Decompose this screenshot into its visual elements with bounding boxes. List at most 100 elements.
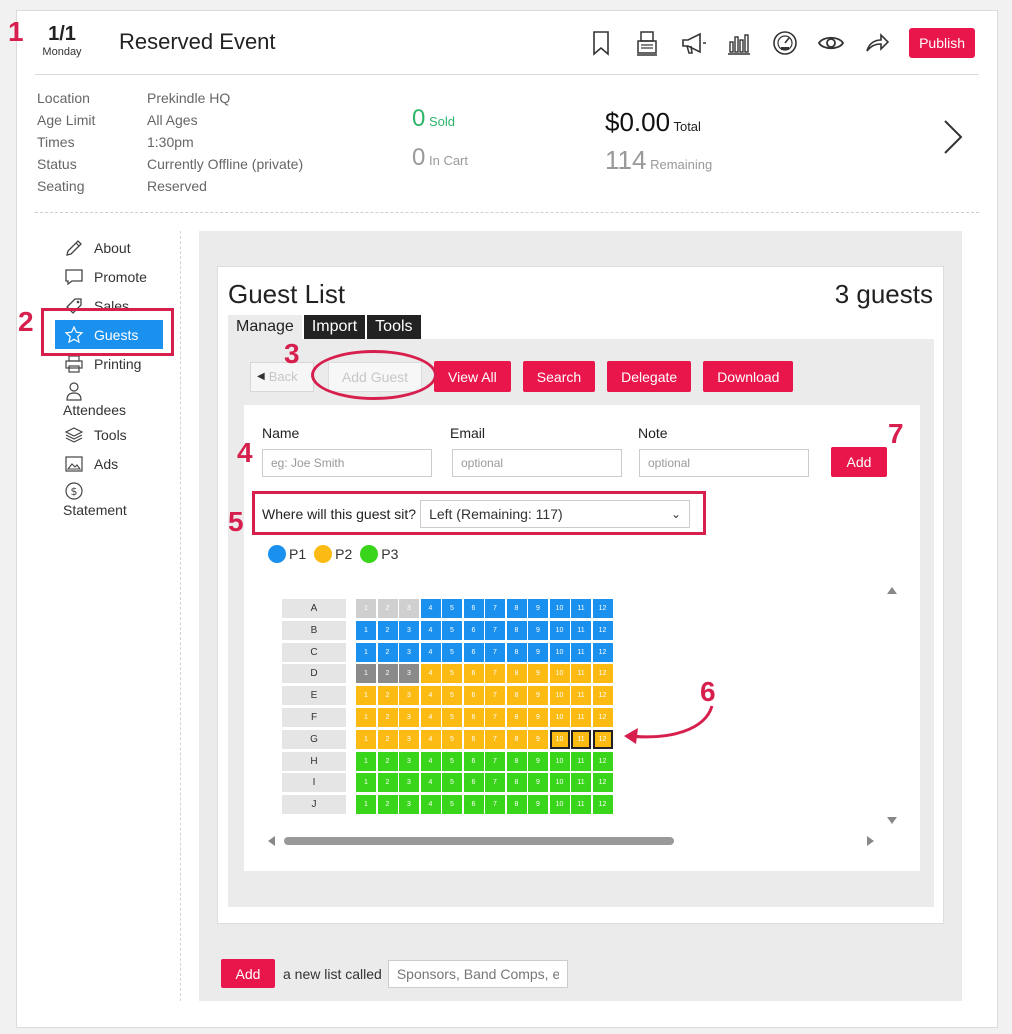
seat[interactable]: 5 bbox=[442, 664, 462, 684]
seat[interactable]: 6 bbox=[463, 795, 484, 815]
seat[interactable]: 7 bbox=[485, 686, 505, 706]
seat[interactable]: 2 bbox=[377, 773, 398, 793]
seat[interactable]: 1 bbox=[356, 664, 376, 684]
seat[interactable]: 7 bbox=[485, 795, 505, 815]
seat[interactable]: 4 bbox=[420, 773, 441, 793]
tab-tools[interactable]: Tools bbox=[367, 315, 421, 339]
seat[interactable]: 1 bbox=[356, 642, 376, 662]
seat[interactable]: 8 bbox=[506, 599, 527, 618]
seat[interactable]: 2 bbox=[377, 795, 398, 815]
seat[interactable]: 2 bbox=[377, 620, 398, 640]
scroll-down-arrow[interactable] bbox=[887, 817, 897, 824]
seat[interactable]: 10 bbox=[549, 599, 570, 618]
seat[interactable]: 3 bbox=[399, 599, 419, 618]
seat[interactable]: 8 bbox=[506, 795, 527, 815]
tab-import[interactable]: Import bbox=[303, 315, 366, 339]
seat[interactable]: 3 bbox=[399, 751, 419, 771]
seat[interactable]: 6 bbox=[463, 599, 484, 618]
seat[interactable]: 2 bbox=[377, 708, 398, 727]
seat[interactable]: 2 bbox=[377, 642, 398, 662]
seat[interactable]: 12 bbox=[592, 795, 613, 815]
seat[interactable]: 4 bbox=[420, 664, 441, 684]
seat[interactable]: 6 bbox=[463, 751, 484, 771]
seat[interactable]: 11 bbox=[571, 620, 591, 640]
seat[interactable]: 11 bbox=[571, 729, 591, 749]
seat[interactable]: 11 bbox=[571, 686, 591, 706]
seat[interactable]: 10 bbox=[549, 729, 570, 749]
seat[interactable]: 6 bbox=[463, 708, 484, 727]
seat[interactable]: 6 bbox=[463, 686, 484, 706]
add-guest-submit-button[interactable]: Add bbox=[831, 447, 887, 477]
seat[interactable]: 5 bbox=[442, 729, 462, 749]
new-list-name-input[interactable] bbox=[387, 959, 568, 988]
seat[interactable]: 3 bbox=[399, 708, 419, 727]
seat[interactable]: 6 bbox=[463, 773, 484, 793]
seat[interactable]: 10 bbox=[549, 708, 570, 727]
seat[interactable]: 12 bbox=[592, 642, 613, 662]
seat[interactable]: 9 bbox=[528, 708, 548, 727]
seat[interactable]: 5 bbox=[442, 795, 462, 815]
seat[interactable]: 10 bbox=[549, 642, 570, 662]
chevron-right-icon[interactable] bbox=[937, 117, 967, 157]
seat[interactable]: 9 bbox=[528, 599, 548, 618]
seat[interactable]: 1 bbox=[356, 773, 376, 793]
dashboard-icon[interactable] bbox=[769, 27, 801, 59]
note-input[interactable] bbox=[639, 449, 809, 477]
seat[interactable]: 4 bbox=[420, 729, 441, 749]
seat[interactable]: 3 bbox=[399, 773, 419, 793]
seat[interactable]: 1 bbox=[356, 729, 376, 749]
sidebar-item-promote[interactable]: Promote bbox=[55, 262, 175, 291]
seat[interactable]: 3 bbox=[399, 642, 419, 662]
sidebar-item-statement[interactable]: $ Statement bbox=[55, 478, 175, 520]
megaphone-icon[interactable] bbox=[677, 27, 709, 59]
seat[interactable]: 6 bbox=[463, 664, 484, 684]
seat[interactable]: 11 bbox=[571, 751, 591, 771]
bar-chart-icon[interactable] bbox=[723, 27, 755, 59]
seat[interactable]: 10 bbox=[549, 686, 570, 706]
seat[interactable]: 8 bbox=[506, 708, 527, 727]
seat[interactable]: 9 bbox=[528, 795, 548, 815]
seat[interactable]: 11 bbox=[571, 664, 591, 684]
seat[interactable]: 8 bbox=[506, 620, 527, 640]
seat[interactable]: 3 bbox=[399, 729, 419, 749]
eye-icon[interactable] bbox=[815, 27, 847, 59]
seat[interactable]: 12 bbox=[592, 620, 613, 640]
seat[interactable]: 5 bbox=[442, 642, 462, 662]
seat[interactable]: 7 bbox=[485, 642, 505, 662]
horizontal-scrollbar[interactable] bbox=[284, 837, 674, 845]
seat[interactable]: 4 bbox=[420, 599, 441, 618]
seat[interactable]: 8 bbox=[506, 729, 527, 749]
seat[interactable]: 11 bbox=[571, 708, 591, 727]
seat[interactable]: 7 bbox=[485, 599, 505, 618]
seat[interactable]: 5 bbox=[442, 599, 462, 618]
seat[interactable]: 10 bbox=[549, 773, 570, 793]
seat[interactable]: 5 bbox=[442, 708, 462, 727]
seat[interactable]: 9 bbox=[528, 729, 548, 749]
seat[interactable]: 4 bbox=[420, 708, 441, 727]
seat[interactable]: 12 bbox=[592, 664, 613, 684]
seat[interactable]: 10 bbox=[549, 795, 570, 815]
search-button[interactable]: Search bbox=[522, 361, 596, 392]
seat[interactable]: 12 bbox=[592, 686, 613, 706]
bookmark-icon[interactable] bbox=[585, 27, 617, 59]
delegate-button[interactable]: Delegate bbox=[607, 361, 692, 392]
seat[interactable]: 9 bbox=[528, 751, 548, 771]
seat[interactable]: 4 bbox=[420, 795, 441, 815]
seat[interactable]: 7 bbox=[485, 620, 505, 640]
seat[interactable]: 6 bbox=[463, 642, 484, 662]
seat[interactable]: 7 bbox=[485, 773, 505, 793]
seat[interactable]: 12 bbox=[592, 599, 613, 618]
seat[interactable]: 7 bbox=[485, 751, 505, 771]
seat[interactable]: 11 bbox=[571, 599, 591, 618]
seat[interactable]: 8 bbox=[506, 773, 527, 793]
seat[interactable]: 5 bbox=[442, 686, 462, 706]
seat[interactable]: 7 bbox=[485, 664, 505, 684]
seat[interactable]: 5 bbox=[442, 773, 462, 793]
seat[interactable]: 12 bbox=[592, 729, 613, 749]
seat[interactable]: 8 bbox=[506, 686, 527, 706]
seat[interactable]: 4 bbox=[420, 642, 441, 662]
seat[interactable]: 4 bbox=[420, 620, 441, 640]
name-input[interactable] bbox=[262, 449, 432, 477]
seat[interactable]: 11 bbox=[571, 642, 591, 662]
seat[interactable]: 9 bbox=[528, 773, 548, 793]
